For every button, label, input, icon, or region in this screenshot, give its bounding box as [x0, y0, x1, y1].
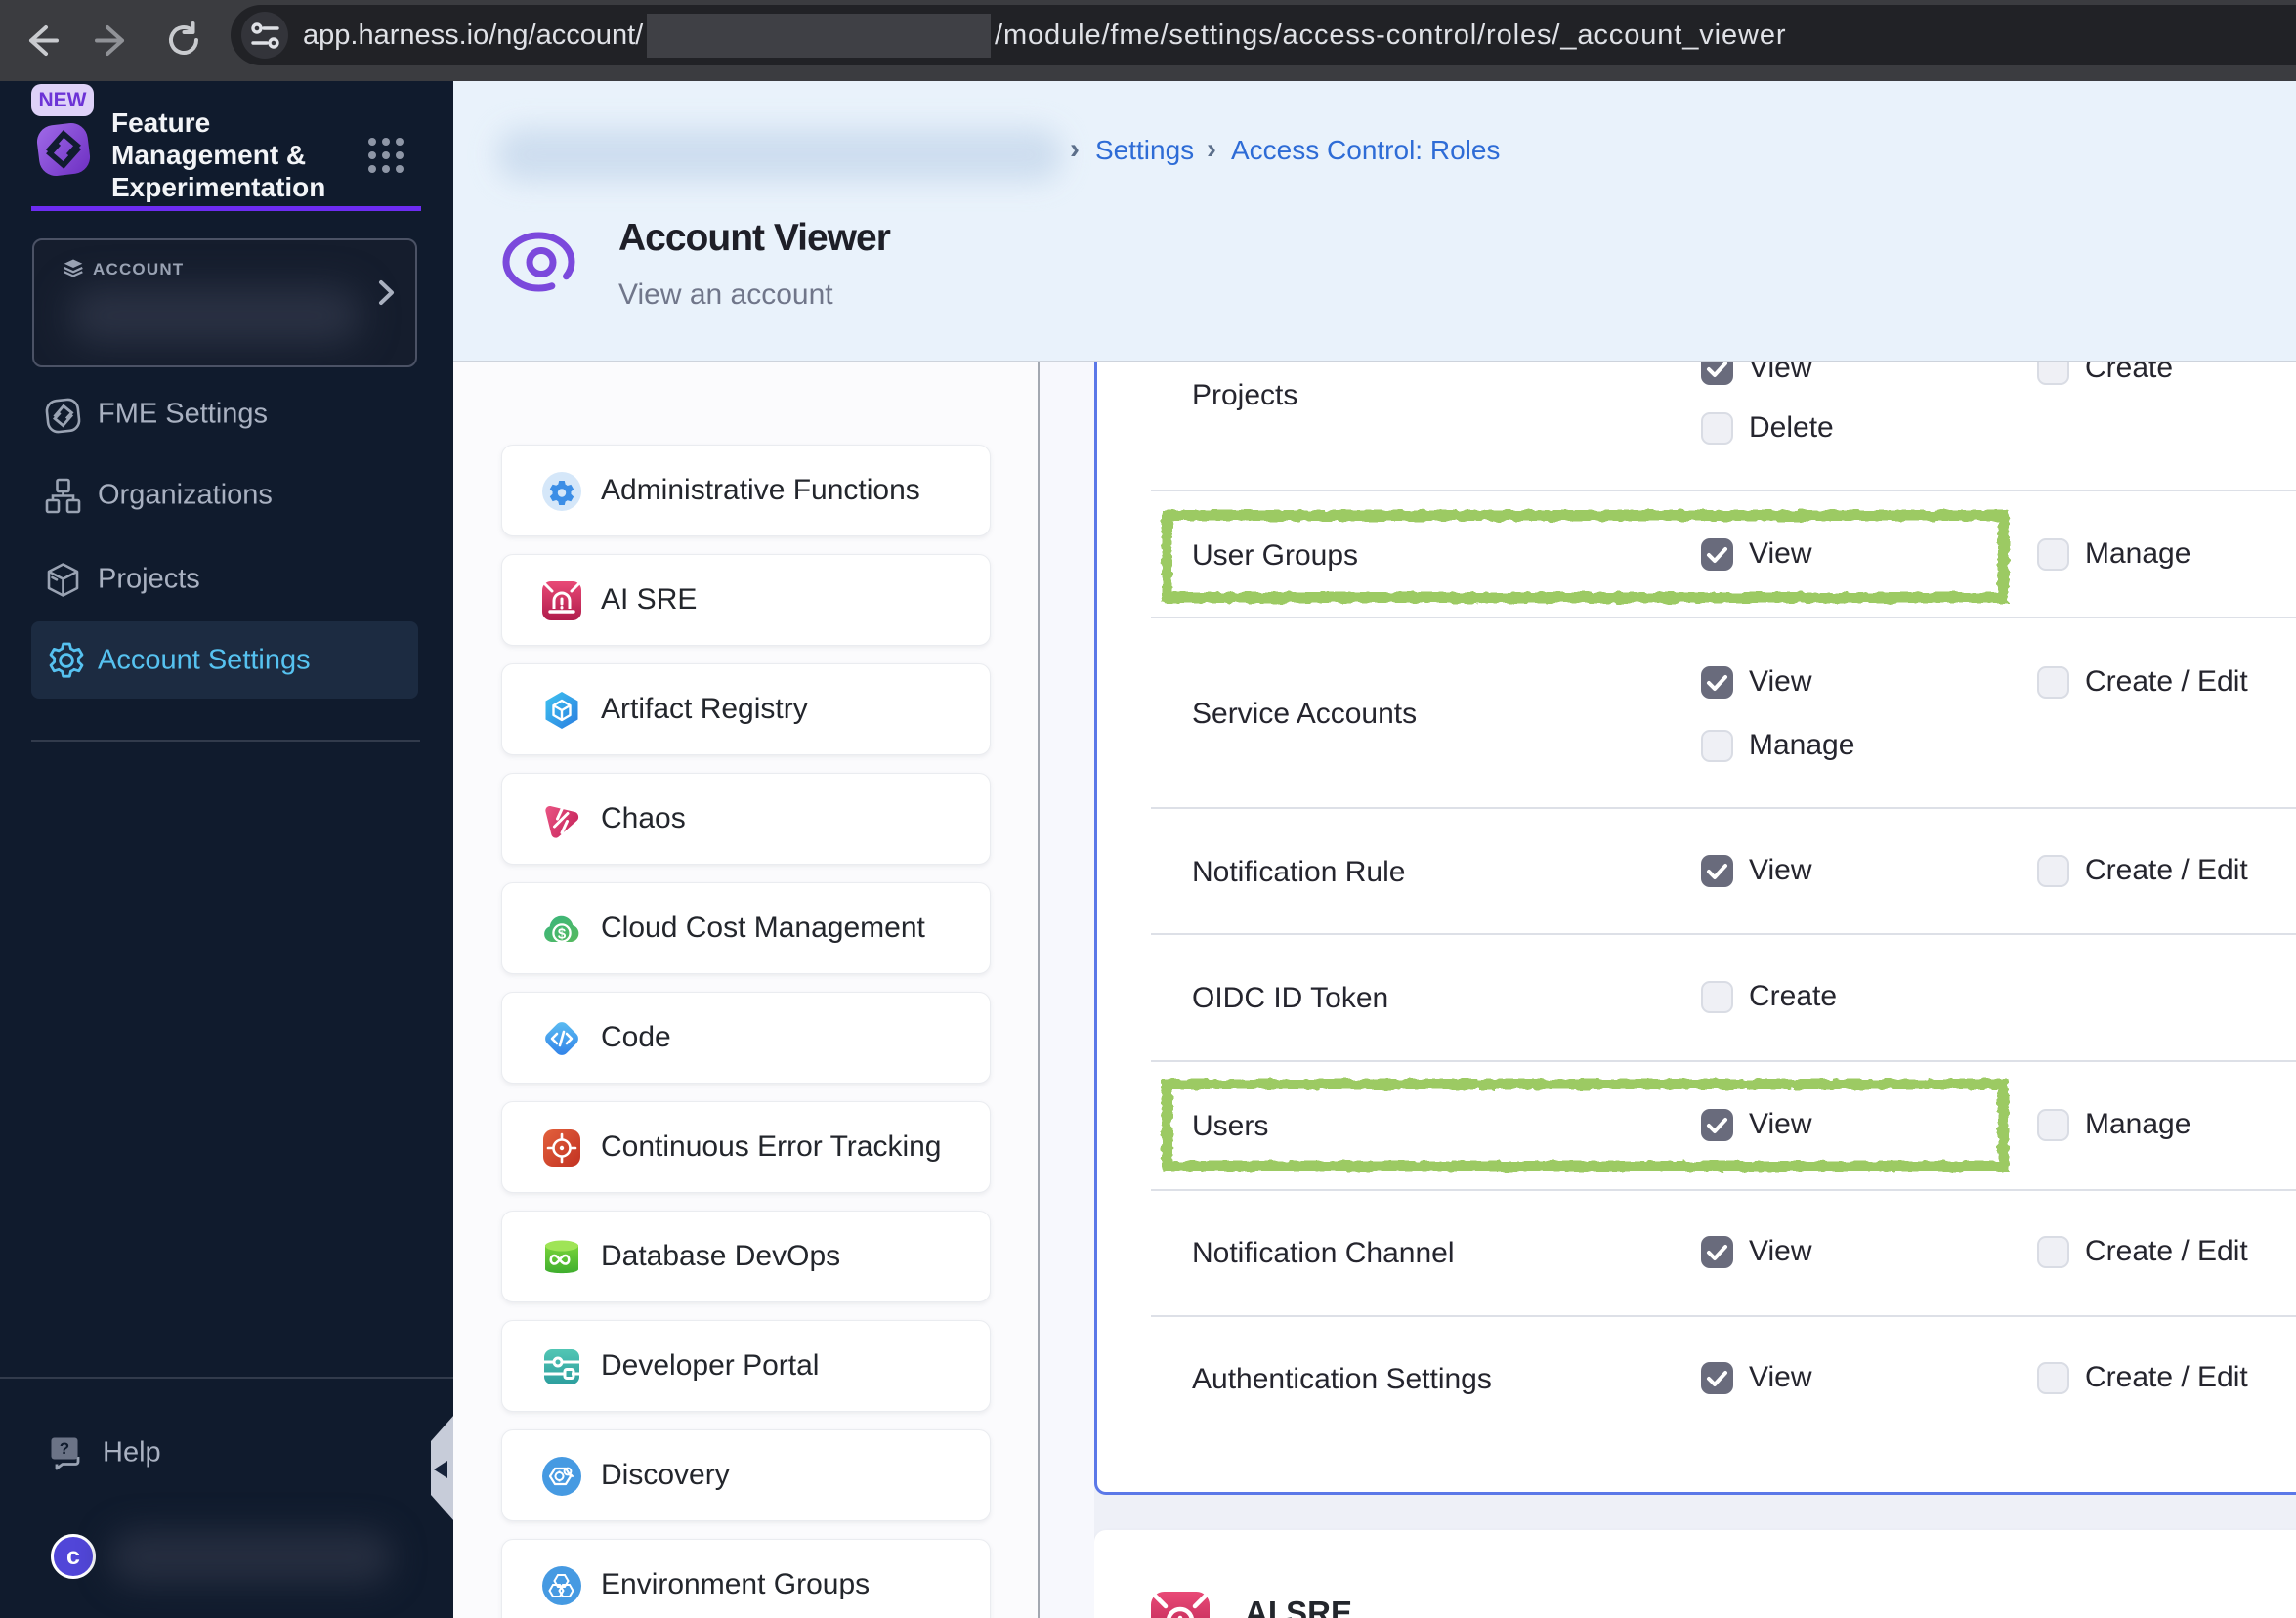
svg-text:$: $	[558, 926, 567, 943]
svg-text:?: ?	[60, 1439, 69, 1458]
